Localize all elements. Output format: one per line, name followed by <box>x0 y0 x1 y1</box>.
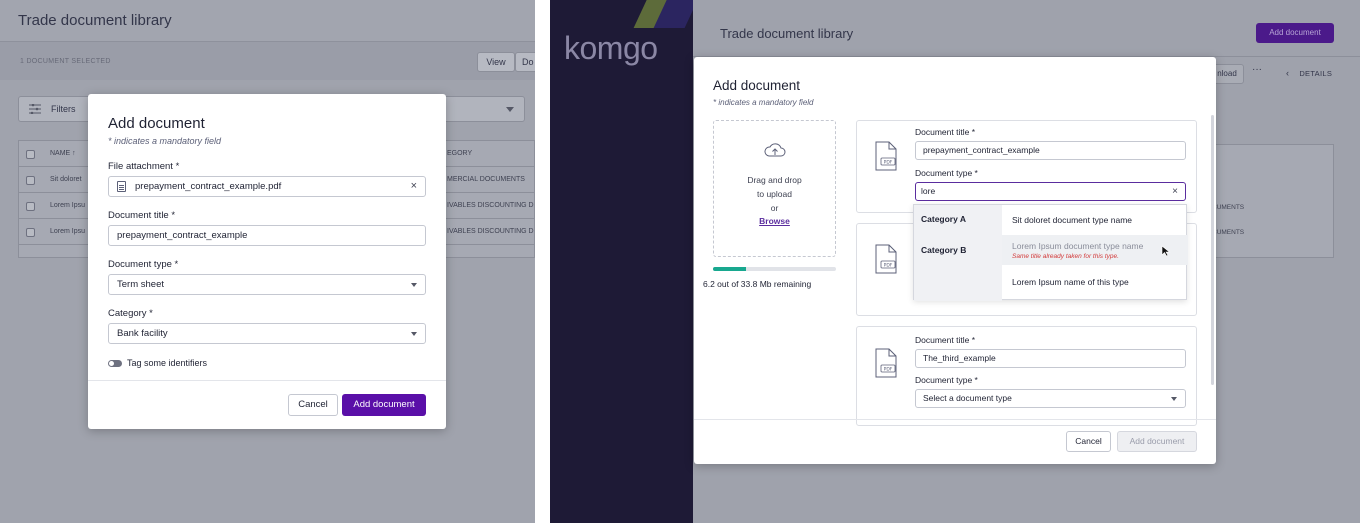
add-document-header-button[interactable]: Add document <box>1256 23 1334 43</box>
add-document-modal: Add document * indicates a mandatory fie… <box>694 57 1216 464</box>
svg-text:PDF: PDF <box>884 160 893 166</box>
modal-title: Add document <box>108 115 205 132</box>
document-type-dropdown: Category A Category B Sit doloret docume… <box>913 204 1188 301</box>
tag-identifiers-toggle[interactable] <box>108 360 122 367</box>
chevron-down-icon <box>506 107 514 112</box>
dropzone-line: to upload <box>757 189 792 199</box>
cloud-upload-icon <box>764 143 786 157</box>
file-attachment-label: File attachment * <box>108 161 180 172</box>
document-title-input[interactable]: The_third_example <box>915 349 1186 368</box>
chevron-left-icon: ‹ <box>1286 68 1290 78</box>
selection-count: 1 DOCUMENT SELECTED <box>20 58 111 65</box>
dropdown-option[interactable]: Lorem Ipsum name of this type <box>1002 267 1188 297</box>
pdf-file-icon: PDF <box>875 348 897 378</box>
chevron-down-icon <box>1171 397 1177 401</box>
library-title: Trade document library <box>720 26 854 41</box>
document-title-label: Document title * <box>915 335 975 345</box>
row-checkbox[interactable] <box>26 228 35 237</box>
category-group-b: Category B <box>921 245 967 255</box>
browse-link[interactable]: Browse <box>714 216 835 226</box>
storage-remaining-text: 6.2 out of 33.8 Mb remaining <box>703 279 812 289</box>
document-type-label: Document type * <box>108 259 179 270</box>
document-type-value: Term sheet <box>117 279 164 290</box>
row-name: Lorem Ipsu <box>50 202 86 209</box>
document-card: PDF Document title * prepayment_contract… <box>856 120 1197 213</box>
document-title-label: Document title * <box>108 210 176 221</box>
add-document-button[interactable]: Add document <box>342 394 426 416</box>
category-select[interactable]: Bank facility <box>108 323 426 344</box>
category-group-a: Category A <box>921 214 967 224</box>
row-checkbox[interactable] <box>26 176 35 185</box>
storage-progress-fill <box>713 267 747 271</box>
storage-progress-bar <box>713 267 836 271</box>
dropdown-option[interactable]: Sit doloret document type name <box>1002 205 1188 235</box>
modal-scrollbar[interactable] <box>1211 115 1214 385</box>
clear-icon[interactable]: × <box>1172 183 1178 200</box>
table-row[interactable]: CUMENTS <box>1212 221 1316 245</box>
category-label: Category * <box>108 308 153 319</box>
library-title: Trade document library <box>18 12 172 29</box>
chevron-down-icon <box>411 283 417 287</box>
document-title-input[interactable]: prepayment_contract_example <box>108 225 426 246</box>
more-options-icon[interactable]: ··· <box>1252 64 1262 75</box>
file-name: prepayment_contract_example.pdf <box>135 181 282 192</box>
komgo-logo[interactable]: komgo <box>564 30 658 67</box>
column-header-name[interactable]: NAME ↑ <box>50 150 76 157</box>
sidebar: komgo <box>550 0 702 523</box>
details-toggle[interactable]: ‹ DETAILS <box>1286 68 1332 78</box>
category-value: Bank facility <box>117 328 168 339</box>
dropzone-line: Drag and drop <box>747 175 802 185</box>
column-header-category[interactable]: EGORY <box>447 150 472 157</box>
document-type-select[interactable]: Select a document type <box>915 389 1186 408</box>
document-card: PDF Document title * The_third_example D… <box>856 326 1197 426</box>
tag-identifiers-label: Tag some identifiers <box>127 358 208 368</box>
dropzone-text: Drag and drop to upload or <box>714 173 835 215</box>
document-type-search-input[interactable]: lore × <box>915 182 1186 201</box>
row-name: Lorem Ipsu <box>50 228 86 235</box>
mandatory-note: * indicates a mandatory field <box>108 136 222 146</box>
footer-divider <box>694 419 1216 420</box>
table-row[interactable]: CUMENTS <box>1212 196 1316 220</box>
filter-icon <box>29 104 41 114</box>
document-type-query: lore <box>921 186 936 196</box>
document-type-label: Document type * <box>915 168 978 178</box>
row-checkbox[interactable] <box>26 202 35 211</box>
cancel-button[interactable]: Cancel <box>1066 431 1111 452</box>
pdf-file-icon: PDF <box>875 141 897 171</box>
document-title-input[interactable]: prepayment_contract_example <box>915 141 1186 160</box>
document-type-placeholder: Select a document type <box>923 393 1012 403</box>
row-name: Sit doloret <box>50 176 82 183</box>
left-screen: Trade document library 1 DOCUMENT SELECT… <box>0 0 535 523</box>
add-document-modal: Add document * indicates a mandatory fie… <box>88 94 446 429</box>
mandatory-note: * indicates a mandatory field <box>713 98 814 107</box>
document-type-label: Document type * <box>915 375 978 385</box>
download-button[interactable]: Do <box>515 52 535 72</box>
modal-title: Add document <box>713 78 801 93</box>
row-category: IVABLES DISCOUNTING D <box>447 228 534 235</box>
remove-file-icon[interactable]: × <box>411 177 417 196</box>
view-button[interactable]: View <box>477 52 515 72</box>
dropzone-line: or <box>770 203 779 213</box>
add-document-button-disabled[interactable]: Add document <box>1117 431 1197 452</box>
document-type-select[interactable]: Term sheet <box>108 274 426 295</box>
svg-text:PDF: PDF <box>884 367 893 373</box>
chevron-down-icon <box>411 332 417 336</box>
cancel-button[interactable]: Cancel <box>288 394 338 416</box>
document-title-label: Document title * <box>915 127 975 137</box>
upload-dropzone[interactable]: Drag and drop to upload or Browse <box>713 120 836 257</box>
footer-divider <box>88 380 446 381</box>
option-label: Lorem Ipsum document type name <box>1012 241 1144 251</box>
file-icon <box>117 181 126 192</box>
filters-label: Filters <box>51 104 76 114</box>
details-label: DETAILS <box>1299 69 1333 78</box>
row-category: MERCIAL DOCUMENTS <box>447 176 525 183</box>
file-attachment-field[interactable]: prepayment_contract_example.pdf × <box>108 176 426 197</box>
row-category: IVABLES DISCOUNTING D <box>447 202 534 209</box>
pdf-file-icon: PDF <box>875 244 897 274</box>
svg-text:PDF: PDF <box>884 263 893 269</box>
mouse-cursor-icon <box>1161 245 1171 257</box>
select-all-checkbox[interactable] <box>26 150 35 159</box>
